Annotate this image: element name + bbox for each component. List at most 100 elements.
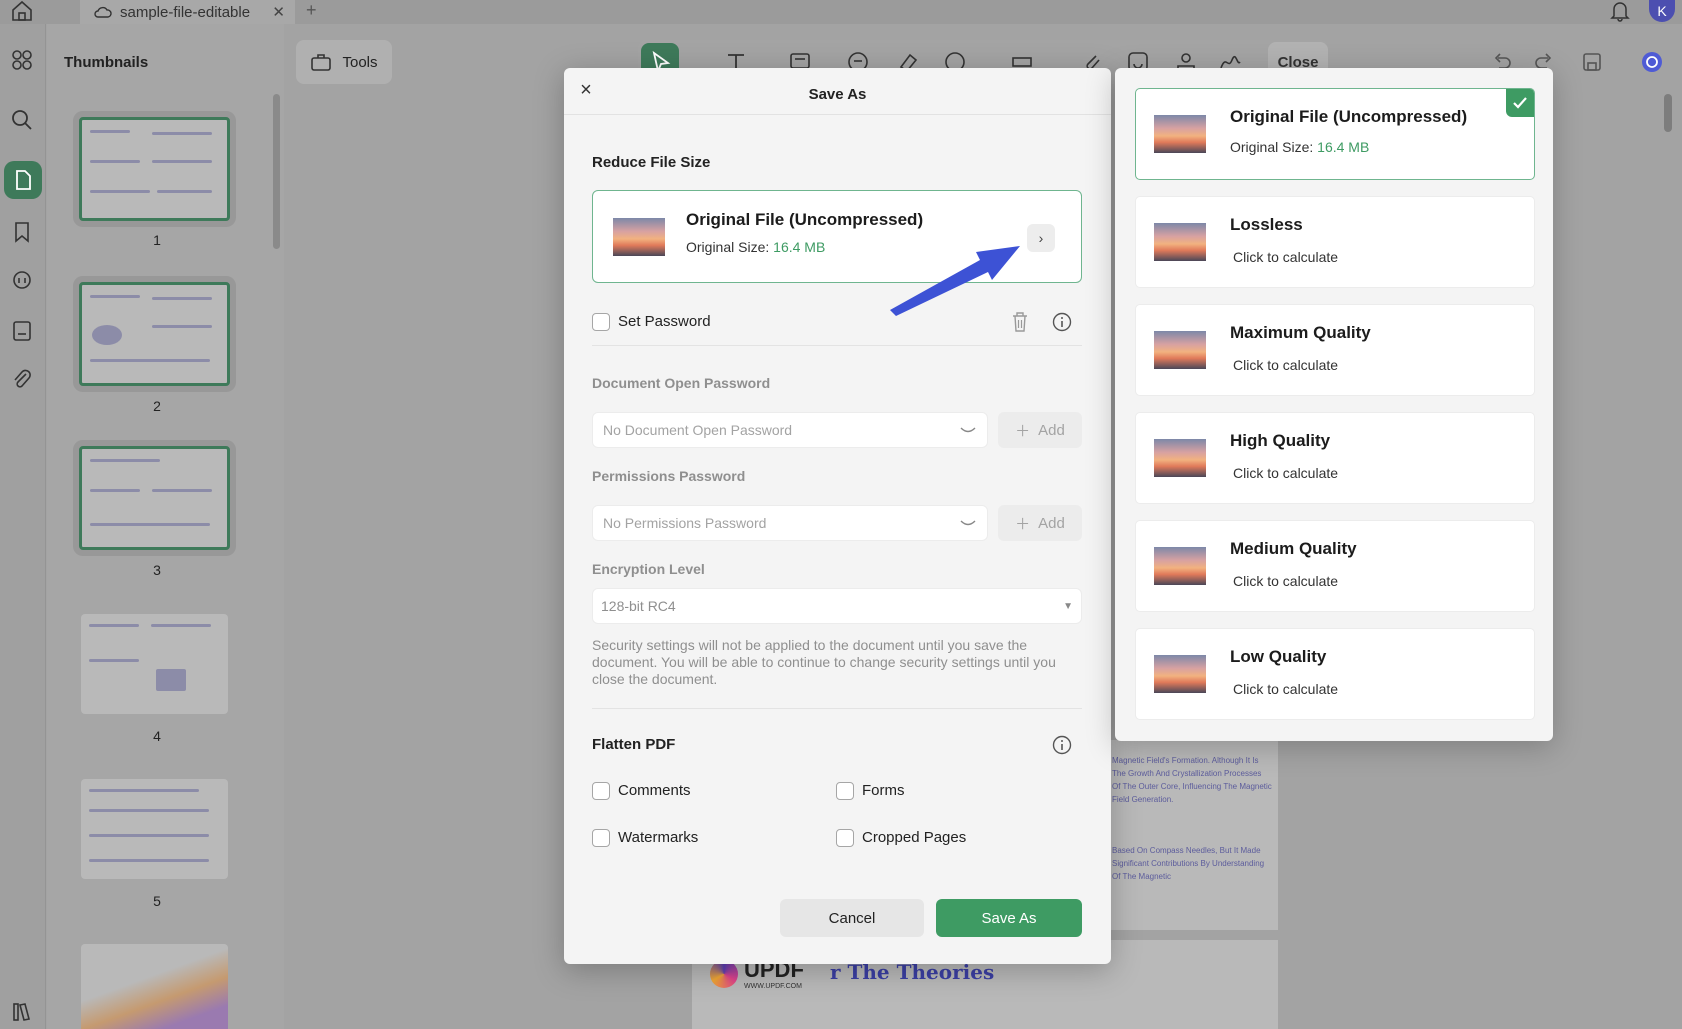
attachment-icon[interactable] xyxy=(10,368,34,392)
tools-button[interactable]: Tools xyxy=(296,40,392,84)
ai-assistant-icon[interactable] xyxy=(1640,50,1664,74)
toolbox-icon xyxy=(311,54,332,71)
option-calculate[interactable]: Click to calculate xyxy=(1233,357,1338,373)
option-original-file[interactable]: Original File (Uncompressed) Original Si… xyxy=(1135,88,1535,180)
chevron-down-icon xyxy=(960,427,976,433)
option-size: Original Size: 16.4 MB xyxy=(1230,139,1370,155)
search-icon[interactable] xyxy=(10,108,34,132)
option-calculate[interactable]: Click to calculate xyxy=(1233,249,1338,265)
document-text: Based On Compass Needles, But It Made Si… xyxy=(1112,846,1265,881)
info-icon[interactable] xyxy=(1052,735,1072,755)
info-icon[interactable] xyxy=(1052,312,1072,332)
document-open-password-value: No Document Open Password xyxy=(603,422,793,438)
flatten-watermarks-checkbox[interactable] xyxy=(592,829,610,847)
document-text: Magnetic Field's Formation. Although It … xyxy=(1112,756,1272,804)
encryption-level-label: Encryption Level xyxy=(592,561,705,577)
thumbnail-panel-title: Thumbnails xyxy=(64,54,149,71)
sunset-thumbnail xyxy=(1154,223,1206,261)
option-maximum-quality[interactable]: Maximum Quality Click to calculate xyxy=(1135,304,1535,396)
tab-title: sample-file-editable xyxy=(120,3,251,21)
thumbnail-page-1[interactable] xyxy=(79,117,230,221)
flatten-cropped-pages-label: Cropped Pages xyxy=(862,829,967,846)
selected-option-size: Original Size: 16.4 MB xyxy=(686,239,826,255)
thumbnail-page-number: 4 xyxy=(153,728,161,744)
comment-icon[interactable] xyxy=(10,269,34,293)
sunset-thumbnail xyxy=(1154,547,1206,585)
form-icon[interactable] xyxy=(10,319,34,343)
save-as-dialog: × Save As Reduce File Size Original File… xyxy=(564,68,1111,964)
permissions-password-value: No Permissions Password xyxy=(603,515,767,531)
save-icon[interactable] xyxy=(1580,50,1604,74)
permissions-password-select[interactable]: No Permissions Password xyxy=(592,505,988,541)
option-calculate[interactable]: Click to calculate xyxy=(1233,681,1338,697)
close-tab-icon[interactable]: ✕ xyxy=(272,3,285,21)
bell-icon[interactable] xyxy=(1610,0,1630,22)
pages-icon[interactable] xyxy=(4,161,42,199)
encryption-level-value: 128-bit RC4 xyxy=(601,598,676,614)
option-low-quality[interactable]: Low Quality Click to calculate xyxy=(1135,628,1535,720)
flatten-comments-checkbox[interactable] xyxy=(592,782,610,800)
document-open-password-label: Document Open Password xyxy=(592,375,771,391)
document-scrollbar[interactable] xyxy=(1664,94,1672,132)
left-rail xyxy=(0,24,46,1029)
sunset-thumbnail xyxy=(1154,439,1206,477)
document-open-password-select[interactable]: No Document Open Password xyxy=(592,412,988,448)
permissions-password-label: Permissions Password xyxy=(592,468,746,484)
annotation-arrow-icon xyxy=(890,246,1020,316)
updf-logo-url: WWW.UPDF.COM xyxy=(744,983,802,990)
document-page-fragment: Magnetic Field's Formation. Although It … xyxy=(1110,740,1278,930)
flatten-forms-label: Forms xyxy=(862,782,905,799)
divider xyxy=(592,345,1082,346)
sunset-thumbnail xyxy=(1154,331,1206,369)
thumbnail-page-3[interactable] xyxy=(79,446,230,550)
option-title: Maximum Quality xyxy=(1230,323,1371,342)
tools-label: Tools xyxy=(342,53,378,71)
library-icon[interactable] xyxy=(10,1000,34,1024)
option-calculate[interactable]: Click to calculate xyxy=(1233,465,1338,481)
new-tab-icon[interactable]: + xyxy=(306,0,317,21)
flatten-forms-checkbox[interactable] xyxy=(836,782,854,800)
option-calculate[interactable]: Click to calculate xyxy=(1233,573,1338,589)
thumbnail-page-6[interactable] xyxy=(81,944,228,1029)
save-as-button[interactable]: Save As xyxy=(936,899,1082,937)
chevron-right-icon[interactable]: › xyxy=(1027,224,1055,252)
thumbnail-page-number: 5 xyxy=(153,893,161,909)
reduce-file-size-label: Reduce File Size xyxy=(592,154,711,171)
cancel-button[interactable]: Cancel xyxy=(780,899,924,937)
add-open-password-button[interactable]: ＋ Add xyxy=(998,412,1082,448)
thumbnail-page-number: 2 xyxy=(153,398,161,414)
compression-options-dropdown: Original File (Uncompressed) Original Si… xyxy=(1115,68,1553,741)
bookmark-icon[interactable] xyxy=(10,220,34,244)
plus-icon: ＋ xyxy=(1015,422,1031,440)
cloud-icon xyxy=(94,6,112,18)
option-title: Medium Quality xyxy=(1230,539,1357,558)
encryption-level-select[interactable]: 128-bit RC4 ▼ xyxy=(592,588,1082,624)
thumbnail-page-2[interactable] xyxy=(79,282,230,386)
grid-icon[interactable] xyxy=(10,48,34,72)
thumbnail-page-5[interactable] xyxy=(81,779,228,879)
check-icon xyxy=(1506,89,1534,117)
thumbnail-scrollbar[interactable] xyxy=(273,94,280,249)
thumbnail-page-number: 3 xyxy=(153,562,161,578)
plus-icon: ＋ xyxy=(1015,515,1031,533)
avatar[interactable]: K xyxy=(1649,0,1675,22)
flatten-pdf-label: Flatten PDF xyxy=(592,736,676,753)
home-icon[interactable] xyxy=(10,0,34,22)
option-medium-quality[interactable]: Medium Quality Click to calculate xyxy=(1135,520,1535,612)
option-lossless[interactable]: Lossless Click to calculate xyxy=(1135,196,1535,288)
tab-document[interactable]: sample-file-editable ✕ xyxy=(80,0,295,24)
flatten-cropped-pages-checkbox[interactable] xyxy=(836,829,854,847)
flatten-watermarks-label: Watermarks xyxy=(618,829,699,846)
sunset-thumbnail xyxy=(613,218,665,256)
set-password-checkbox[interactable] xyxy=(592,313,610,331)
option-high-quality[interactable]: High Quality Click to calculate xyxy=(1135,412,1535,504)
dialog-title: Save As xyxy=(808,86,867,103)
security-note: Security settings will not be applied to… xyxy=(592,637,1056,687)
sunset-thumbnail xyxy=(1154,655,1206,693)
dropdown-arrow-icon: ▼ xyxy=(1063,601,1073,612)
add-permissions-password-button[interactable]: ＋ Add xyxy=(998,505,1082,541)
option-title: Original File (Uncompressed) xyxy=(1230,107,1468,126)
tab-bar: sample-file-editable ✕ + K xyxy=(0,0,1682,24)
thumbnail-page-4[interactable] xyxy=(81,614,228,714)
option-title: Low Quality xyxy=(1230,647,1327,666)
